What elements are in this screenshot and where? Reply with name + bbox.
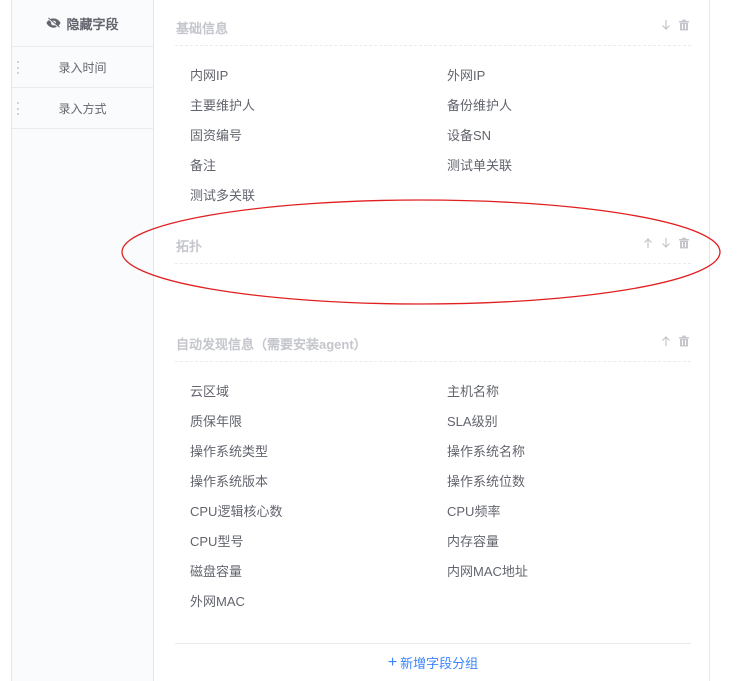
field-item[interactable]: 内存容量: [447, 531, 499, 550]
field-item[interactable]: SLA级别: [447, 411, 498, 430]
field-item[interactable]: 操作系统位数: [447, 471, 525, 490]
group-actions: [660, 335, 690, 347]
hidden-field-item[interactable]: 录入时间: [12, 47, 153, 88]
field-item[interactable]: 设备SN: [447, 125, 491, 144]
drag-handle-icon[interactable]: [17, 61, 20, 74]
hidden-field-label: 录入方式: [58, 101, 107, 116]
field-item[interactable]: 外网MAC: [190, 591, 245, 610]
field-item[interactable]: 操作系统类型: [190, 441, 268, 460]
move-up-icon[interactable]: [660, 335, 672, 347]
field-item[interactable]: 测试多关联: [190, 185, 255, 204]
move-down-icon[interactable]: [660, 237, 672, 249]
field-item[interactable]: 测试单关联: [447, 155, 512, 174]
add-group-label: 新增字段分组: [400, 656, 479, 671]
hidden-fields-panel: 隐藏字段 录入时间 录入方式: [12, 0, 154, 681]
field-item[interactable]: 备注: [190, 155, 216, 174]
field-item[interactable]: 内网MAC地址: [447, 561, 528, 580]
field-item[interactable]: CPU逻辑核心数: [190, 501, 282, 520]
group-title: 拓扑: [176, 239, 203, 254]
group-actions: [642, 237, 690, 249]
field-item[interactable]: 主要维护人: [190, 95, 255, 114]
delete-icon[interactable]: [678, 19, 690, 31]
field-item[interactable]: 操作系统版本: [190, 471, 268, 490]
move-up-icon[interactable]: [642, 237, 654, 249]
move-down-icon[interactable]: [660, 19, 672, 31]
group-actions: [660, 19, 690, 31]
field-item[interactable]: 操作系统名称: [447, 441, 525, 460]
group-header-basic: 基础信息: [175, 0, 691, 46]
field-item[interactable]: 固资编号: [190, 125, 242, 144]
hidden-field-item[interactable]: 录入方式: [12, 88, 153, 129]
add-group-button[interactable]: + 新增字段分组: [388, 653, 478, 672]
hidden-fields-header: 隐藏字段: [12, 0, 153, 47]
group-header-auto-discovery: 自动发现信息（需要安装agent）: [175, 316, 691, 362]
field-item[interactable]: 质保年限: [190, 411, 242, 430]
field-item[interactable]: 磁盘容量: [190, 561, 242, 580]
field-item[interactable]: CPU频率: [447, 501, 500, 520]
group-header-topology: 拓扑: [175, 218, 691, 264]
eye-hidden-icon: [46, 17, 62, 29]
field-item[interactable]: 内网IP: [190, 65, 228, 84]
field-item[interactable]: CPU型号: [190, 531, 243, 550]
drag-handle-icon[interactable]: [17, 102, 20, 115]
delete-icon[interactable]: [678, 335, 690, 347]
delete-icon[interactable]: [678, 237, 690, 249]
hidden-fields-title: 隐藏字段: [66, 16, 119, 32]
field-item[interactable]: 外网IP: [447, 65, 485, 84]
group-title: 自动发现信息（需要安装agent）: [176, 337, 367, 352]
group-title: 基础信息: [176, 21, 229, 36]
field-item[interactable]: 备份维护人: [447, 95, 512, 114]
add-group-row: + 新增字段分组: [175, 643, 691, 681]
plus-icon: +: [387, 653, 398, 671]
field-item[interactable]: 主机名称: [447, 381, 499, 400]
field-item[interactable]: 云区域: [190, 381, 229, 400]
hidden-field-label: 录入时间: [58, 60, 107, 75]
